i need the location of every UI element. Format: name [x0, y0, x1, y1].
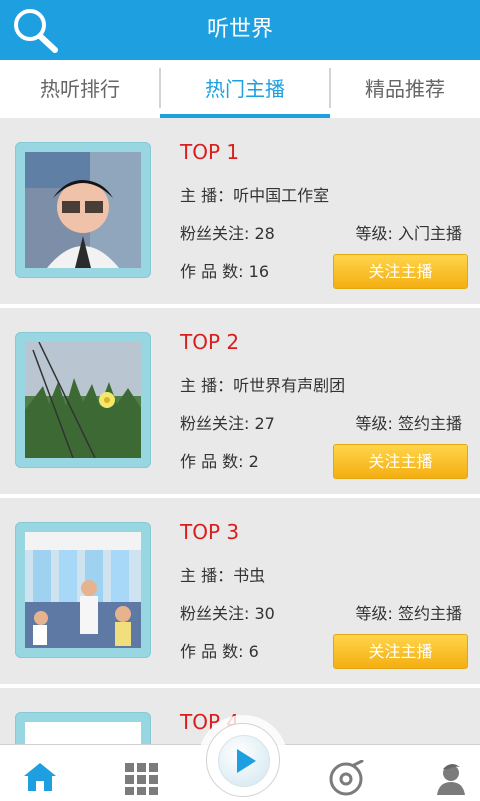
follow-host-button[interactable]: 关注主播	[333, 444, 468, 479]
tab-bar: 热听排行 热门主播 精品推荐	[0, 60, 480, 119]
play-icon	[237, 749, 256, 773]
rank-label: TOP 1	[180, 140, 240, 164]
rank-label: TOP 2	[180, 330, 240, 354]
host-label: 主 播：	[180, 566, 234, 585]
top-bar: 听世界	[0, 0, 480, 60]
user-icon[interactable]	[432, 760, 468, 800]
host-name-row: 主 播：听中国工作室	[180, 182, 329, 206]
play-button-inner	[218, 735, 270, 787]
host-avatar	[25, 532, 141, 648]
home-icon[interactable]	[21, 760, 59, 798]
host-avatar	[25, 342, 141, 458]
host-card[interactable]: TOP 1 主 播：听中国工作室 粉丝关注: 28 等级: 入门主播 作 品 数…	[0, 118, 480, 308]
host-level: 等级: 入门主播	[355, 224, 462, 243]
host-card[interactable]: TOP 3 主 播：书虫 粉丝关注: 30 等级: 签约主播 作 品 数: 6 …	[0, 498, 480, 688]
host-name: 听中国工作室	[233, 186, 330, 205]
host-name-row: 主 播：书虫	[180, 562, 265, 586]
tab-hot-listening[interactable]: 热听排行	[0, 60, 160, 118]
host-avatar-frame[interactable]	[15, 142, 151, 278]
host-card[interactable]: TOP 2 主 播：听世界有声剧团 粉丝关注: 27 等级: 签约主播 作 品 …	[0, 308, 480, 498]
fans-count: 粉丝关注: 28	[180, 224, 275, 243]
bottom-navigation	[0, 723, 480, 801]
host-name: 听世界有声剧团	[233, 376, 346, 395]
host-avatar-frame[interactable]	[15, 522, 151, 658]
host-avatar-frame[interactable]	[15, 332, 151, 468]
host-avatar	[25, 152, 141, 268]
fans-count: 粉丝关注: 27	[180, 414, 275, 433]
page-title: 听世界	[206, 17, 273, 42]
host-avatar	[25, 722, 141, 744]
tab-recommended[interactable]: 精品推荐	[330, 60, 480, 118]
host-name: 书虫	[233, 566, 266, 585]
follow-host-button[interactable]: 关注主播	[333, 634, 468, 669]
host-level: 等级: 签约主播	[355, 414, 462, 433]
works-count: 作 品 数: 16	[180, 262, 270, 281]
host-label: 主 播：	[180, 376, 234, 395]
host-level: 等级: 签约主播	[355, 604, 462, 623]
music-disc-icon[interactable]	[327, 759, 367, 800]
host-avatar-frame[interactable]	[15, 712, 151, 744]
works-count: 作 品 数: 2	[180, 452, 259, 471]
tab-hot-hosts[interactable]: 热门主播	[160, 60, 330, 118]
play-button[interactable]	[206, 723, 280, 797]
follow-host-button[interactable]: 关注主播	[333, 254, 468, 289]
host-name-row: 主 播：听世界有声剧团	[180, 372, 345, 396]
rank-label: TOP 3	[180, 520, 240, 544]
works-count: 作 品 数: 6	[180, 642, 259, 661]
host-list[interactable]: TOP 1 主 播：听中国工作室 粉丝关注: 28 等级: 入门主播 作 品 数…	[0, 118, 480, 744]
fans-count: 粉丝关注: 30	[180, 604, 275, 623]
host-label: 主 播：	[180, 186, 234, 205]
grid-icon[interactable]	[124, 762, 160, 800]
